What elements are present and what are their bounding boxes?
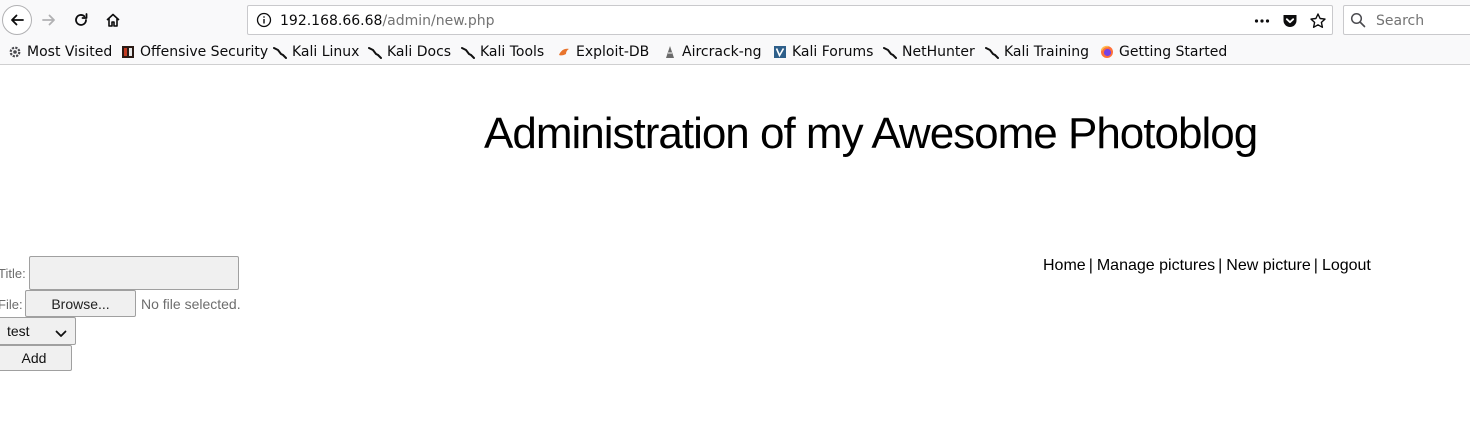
- bookmark-label: Aircrack-ng: [682, 44, 762, 60]
- title-input[interactable]: [29, 256, 239, 290]
- title-label: Title:: [0, 266, 26, 281]
- search-icon: [1350, 12, 1366, 32]
- reload-button[interactable]: [66, 5, 96, 35]
- arrow-right-icon: [42, 14, 55, 26]
- kali-dragon-icon: [273, 45, 287, 59]
- address-bar[interactable]: 192.168.66.68/admin/new.php: [247, 5, 1333, 35]
- bookmark-star-icon[interactable]: [1308, 11, 1328, 31]
- back-button[interactable]: [2, 5, 32, 35]
- category-select[interactable]: test: [0, 317, 76, 345]
- offsec-icon: [121, 45, 135, 59]
- menu-separator: |: [1218, 257, 1223, 274]
- bookmark-label: NetHunter: [902, 44, 975, 60]
- no-file-text: No file selected.: [141, 296, 241, 312]
- pocket-icon[interactable]: [1280, 11, 1300, 31]
- bookmark-kali-docs[interactable]: Kali Docs: [368, 43, 451, 61]
- bookmark-kali-training[interactable]: Kali Training: [985, 43, 1089, 61]
- kali-dragon-icon: [883, 45, 897, 59]
- chevron-down-icon: [55, 326, 67, 342]
- menu-logout-link[interactable]: Logout: [1322, 257, 1371, 274]
- url-path: /admin/new.php: [382, 13, 495, 29]
- kali-dragon-icon: [461, 45, 475, 59]
- url-host: 192.168.66.68: [280, 13, 383, 29]
- bookmark-label: Kali Docs: [387, 44, 452, 60]
- bookmark-label: Kali Linux: [292, 44, 360, 60]
- add-button[interactable]: Add: [0, 345, 72, 371]
- bookmark-getting-started[interactable]: Getting Started: [1100, 43, 1227, 61]
- menu-home-link[interactable]: Home: [1043, 257, 1086, 274]
- bookmark-kali-forums[interactable]: Kali Forums: [773, 43, 873, 61]
- browser-toolbar: 192.168.66.68/admin/new.php Search: [0, 0, 1470, 40]
- exploit-db-icon: [557, 45, 571, 59]
- search-placeholder: Search: [1376, 13, 1425, 29]
- browse-button[interactable]: Browse...: [25, 290, 136, 317]
- aircrack-icon: [663, 45, 677, 59]
- gear-icon: [8, 45, 22, 59]
- bookmark-exploit-db[interactable]: Exploit-DB: [557, 43, 649, 61]
- page-actions-icon[interactable]: [1252, 11, 1272, 31]
- menu-separator: |: [1088, 257, 1093, 274]
- bookmark-label: Kali Tools: [480, 44, 545, 60]
- bookmark-nethunter[interactable]: NetHunter: [883, 43, 975, 61]
- bookmark-label: Kali Forums: [792, 44, 874, 60]
- arrow-left-icon: [11, 14, 24, 26]
- bookmark-label: Offensive Security: [140, 44, 269, 60]
- search-bar[interactable]: Search: [1343, 5, 1470, 35]
- bookmark-kali-tools[interactable]: Kali Tools: [461, 43, 544, 61]
- menu-separator: |: [1313, 257, 1318, 274]
- bookmark-most-visited[interactable]: Most Visited: [8, 43, 112, 61]
- kali-dragon-icon: [985, 45, 999, 59]
- home-icon: [106, 13, 120, 27]
- kali-dragon-icon: [368, 45, 382, 59]
- firefox-icon: [1100, 45, 1114, 59]
- bookmark-label: Getting Started: [1119, 44, 1228, 60]
- site-info-icon[interactable]: [256, 12, 272, 32]
- bookmark-aircrack-ng[interactable]: Aircrack-ng: [663, 43, 762, 61]
- page-title: Administration of my Awesome Photoblog: [484, 109, 1258, 158]
- bookmarks-toolbar: Most Visited Offensive Security Kali Lin…: [0, 40, 1470, 65]
- admin-menu: Home | Manage pictures | New picture | Logout: [1043, 256, 1371, 276]
- forward-button[interactable]: [34, 5, 64, 35]
- bookmark-kali-linux[interactable]: Kali Linux: [273, 43, 359, 61]
- reload-icon: [75, 13, 88, 26]
- menu-new-picture-link[interactable]: New picture: [1226, 257, 1310, 274]
- bookmark-label: Exploit-DB: [576, 44, 650, 60]
- url-text: 192.168.66.68/admin/new.php: [280, 12, 495, 30]
- bookmark-label: Kali Training: [1004, 44, 1089, 60]
- bookmark-label: Most Visited: [27, 44, 113, 60]
- bookmark-offensive-security[interactable]: Offensive Security: [121, 43, 268, 61]
- category-selected-value: test: [7, 323, 30, 339]
- file-label: File:: [0, 297, 23, 312]
- kali-forums-icon: [773, 45, 787, 59]
- menu-manage-pictures-link[interactable]: Manage pictures: [1097, 257, 1215, 274]
- home-button[interactable]: [98, 5, 128, 35]
